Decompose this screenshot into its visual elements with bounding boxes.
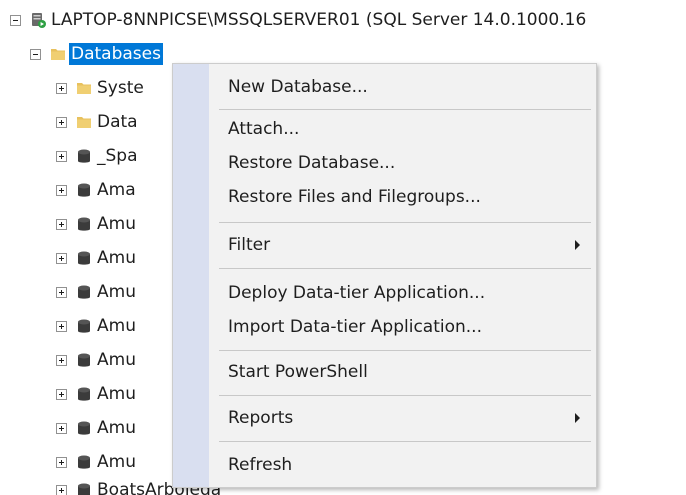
tree-node-label: Amu bbox=[97, 418, 136, 438]
tree-node-label: Amu bbox=[97, 316, 136, 336]
expand-icon[interactable] bbox=[56, 320, 67, 332]
database-icon bbox=[78, 217, 90, 231]
menu-separator bbox=[219, 222, 591, 223]
tree-node-child[interactable]: Amu bbox=[56, 309, 136, 343]
expand-icon[interactable] bbox=[56, 218, 67, 230]
tree-node-label: Ama bbox=[97, 180, 136, 200]
database-icon bbox=[78, 353, 90, 367]
tree-node-child[interactable]: Syste bbox=[56, 71, 144, 105]
expand-icon[interactable] bbox=[56, 184, 67, 196]
menu-item-label: New Database... bbox=[228, 77, 368, 97]
expand-icon[interactable] bbox=[56, 484, 67, 495]
menu-item-new-database[interactable]: New Database... bbox=[173, 70, 596, 104]
tree-node-label: Amu bbox=[97, 282, 136, 302]
tree-node-child[interactable]: Amu bbox=[56, 343, 136, 377]
tree-node-child[interactable]: _Spa bbox=[56, 139, 138, 173]
menu-separator bbox=[219, 268, 591, 269]
menu-item-label: Restore Database... bbox=[228, 153, 396, 173]
menu-item-label: Import Data-tier Application... bbox=[228, 317, 482, 337]
tree-node-databases[interactable]: Databases bbox=[30, 37, 163, 71]
menu-item-deploy-data-tier-application[interactable]: Deploy Data-tier Application... bbox=[173, 276, 596, 310]
collapse-icon[interactable] bbox=[10, 14, 21, 26]
menu-item-label: Deploy Data-tier Application... bbox=[228, 283, 486, 303]
tree-node-child[interactable]: Amu bbox=[56, 241, 136, 275]
tree-node-child[interactable]: Data bbox=[56, 105, 138, 139]
server-label: LAPTOP-8NNPICSE\MSSQLSERVER01 (SQL Serve… bbox=[51, 10, 587, 30]
tree-node-label: Amu bbox=[97, 248, 136, 268]
collapse-icon[interactable] bbox=[30, 48, 41, 60]
expand-icon[interactable] bbox=[56, 354, 67, 366]
expand-icon[interactable] bbox=[56, 82, 67, 94]
sql-server-icon bbox=[32, 13, 46, 28]
menu-item-label: Refresh bbox=[228, 455, 293, 475]
expand-icon[interactable] bbox=[56, 150, 67, 162]
menu-item-filter[interactable]: Filter bbox=[173, 228, 596, 262]
submenu-arrow-icon bbox=[575, 413, 580, 423]
database-icon bbox=[78, 387, 90, 401]
tree-node-label: Data bbox=[97, 112, 138, 132]
menu-item-import-data-tier-application[interactable]: Import Data-tier Application... bbox=[173, 310, 596, 344]
folder-icon bbox=[77, 83, 91, 94]
expand-icon[interactable] bbox=[56, 286, 67, 298]
databases-label: Databases bbox=[69, 43, 163, 65]
database-icon bbox=[78, 149, 90, 163]
tree-node-child[interactable]: Amu bbox=[56, 275, 136, 309]
menu-item-reports[interactable]: Reports bbox=[173, 401, 596, 435]
expand-icon[interactable] bbox=[56, 456, 67, 468]
context-menu: New Database... Attach... Restore Databa… bbox=[172, 63, 597, 488]
database-icon bbox=[78, 319, 90, 333]
database-icon bbox=[78, 251, 90, 265]
tree-node-label: Syste bbox=[97, 78, 144, 98]
database-icon bbox=[78, 421, 90, 435]
tree-node-label: Amu bbox=[97, 350, 136, 370]
expand-icon[interactable] bbox=[56, 116, 67, 128]
tree-node-child[interactable]: Amu bbox=[56, 207, 136, 241]
menu-item-label: Filter bbox=[228, 235, 271, 255]
database-icon bbox=[78, 285, 90, 299]
menu-item-label: Attach... bbox=[228, 119, 300, 139]
menu-item-label: Start PowerShell bbox=[228, 362, 368, 382]
tree-node-label: Amu bbox=[97, 214, 136, 234]
folder-icon bbox=[51, 49, 65, 60]
menu-separator bbox=[219, 395, 591, 396]
tree-node-server[interactable]: LAPTOP-8NNPICSE\MSSQLSERVER01 (SQL Serve… bbox=[10, 3, 586, 37]
submenu-arrow-icon bbox=[575, 240, 580, 250]
object-explorer: LAPTOP-8NNPICSE\MSSQLSERVER01 (SQL Serve… bbox=[0, 0, 686, 495]
database-icon bbox=[78, 455, 90, 469]
menu-separator bbox=[219, 441, 591, 442]
menu-item-restore-database[interactable]: Restore Database... bbox=[173, 146, 596, 180]
expand-icon[interactable] bbox=[56, 252, 67, 264]
expand-icon[interactable] bbox=[56, 388, 67, 400]
tree-node-label: _Spa bbox=[97, 146, 138, 166]
menu-separator bbox=[219, 350, 591, 351]
menu-separator bbox=[219, 109, 591, 110]
tree-node-child[interactable]: Amu bbox=[56, 411, 136, 445]
database-icon bbox=[78, 183, 90, 197]
menu-item-restore-files-and-filegroups[interactable]: Restore Files and Filegroups... bbox=[173, 180, 596, 214]
menu-item-label: Restore Files and Filegroups... bbox=[228, 187, 481, 207]
tree-node-label: Amu bbox=[97, 384, 136, 404]
menu-item-attach[interactable]: Attach... bbox=[173, 112, 596, 146]
tree-node-child[interactable]: Ama bbox=[56, 173, 136, 207]
folder-icon bbox=[77, 117, 91, 128]
menu-item-refresh[interactable]: Refresh bbox=[173, 448, 596, 482]
tree-node-child[interactable]: Amu bbox=[56, 377, 136, 411]
database-icon bbox=[78, 483, 90, 495]
menu-item-start-powershell[interactable]: Start PowerShell bbox=[173, 355, 596, 389]
menu-item-label: Reports bbox=[228, 408, 294, 428]
expand-icon[interactable] bbox=[56, 422, 67, 434]
